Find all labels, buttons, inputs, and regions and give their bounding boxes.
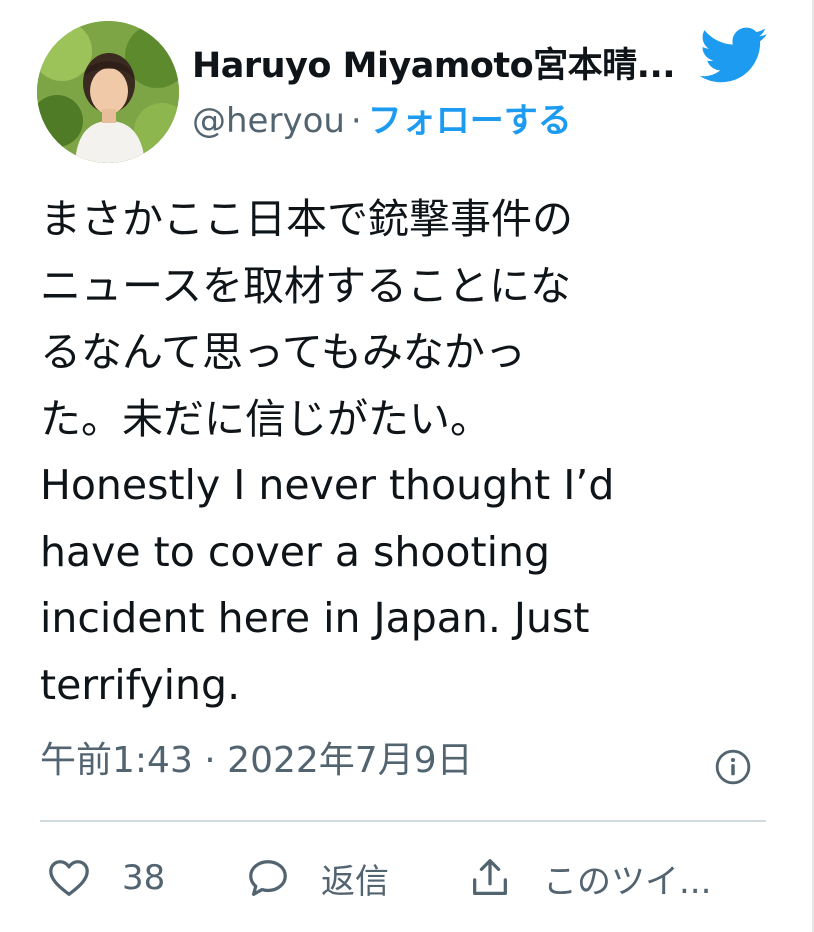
divider [40,820,766,822]
share-button[interactable]: このツイ... [467,848,711,908]
avatar[interactable] [37,21,179,163]
like-button[interactable]: 38 [46,848,165,908]
info-icon[interactable] [714,748,752,786]
author-handle-row: @heryou · フォローする [192,96,572,146]
follow-button[interactable]: フォローする [368,101,572,141]
speech-bubble-icon [249,860,287,896]
reply-label: 返信 [321,861,389,902]
share-icon [473,859,507,895]
like-count: 38 [122,858,166,898]
author-handle[interactable]: @heryou [192,101,345,141]
reply-button[interactable]: 返信 [245,848,389,908]
avatar-photo [37,21,179,163]
handle-separator: · [350,101,362,141]
tweet-card: Haruyo Miyamoto宮本晴... @heryou · フォローする まさか… [0,0,814,932]
twitter-bird-icon[interactable] [697,25,768,85]
tweet-timestamp[interactable]: 午前1:43 · 2022年7月9日 [40,734,473,788]
share-label: このツイ... [543,861,712,902]
heart-icon [49,860,89,896]
author-display-name[interactable]: Haruyo Miyamoto宮本晴... [192,40,676,92]
tweet-text: まさかここ日本で銃撃事件の ニュースを取材することにな るなんて思ってもみなかっ… [40,195,615,709]
